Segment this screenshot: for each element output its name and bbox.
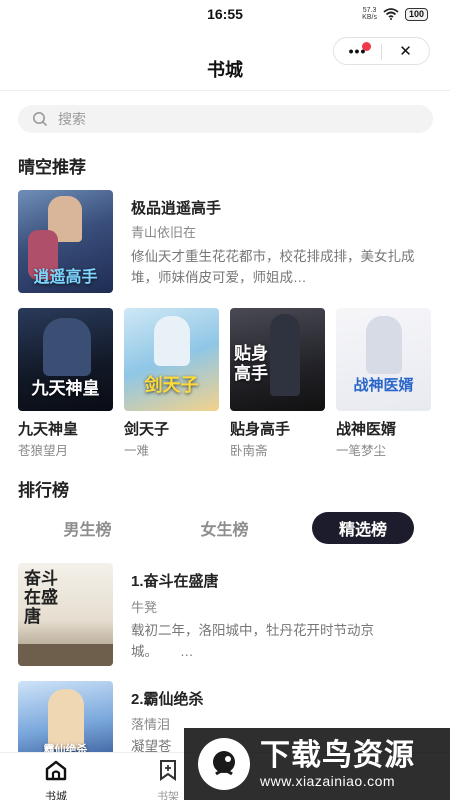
tab-female-ranking[interactable]: 女生榜 [177,512,272,544]
section-title-recommend: 晴空推荐 [18,158,86,177]
cover-figure [366,316,402,374]
grid-book-cover[interactable]: 剑天子 [124,308,219,411]
cover-title-text: 逍遥高手 [33,269,98,286]
grid-book-cover[interactable]: 贴身高手 [230,308,325,411]
search-input[interactable]: 搜索 [18,105,433,133]
ranking-book-author: 落情泪 [131,717,171,732]
featured-book-author: 青山依旧在 [131,225,197,240]
cover-scenery [18,644,113,666]
home-icon [45,760,67,781]
close-icon: ✕ [399,43,412,60]
grid-book-author: 苍狼望月 [18,444,69,458]
grid-book-cover[interactable]: 战神医婿 [336,308,431,411]
grid-book-author: 一难 [124,444,150,458]
ranking-book-cover[interactable]: 奋斗在盛唐 [18,563,113,666]
cover-title-text: 战神医婿 [353,377,414,394]
grid-book-cover[interactable]: 九天神皇 [18,308,113,411]
tab-selected-ranking[interactable]: 精选榜 [312,512,414,544]
network-speed: 57.3 KB/s [362,7,377,21]
battery-indicator: 100 [404,7,428,21]
cover-figure [270,314,300,396]
notification-dot [362,42,371,51]
tab-male-ranking[interactable]: 男生榜 [40,512,135,544]
wifi-icon [383,8,399,20]
cover-title-text: 九天神皇 [31,379,100,398]
watermark-main-text: 下载鸟资源 [260,739,415,772]
watermark-logo [198,738,250,790]
close-button[interactable]: ✕ [382,38,429,64]
bookmark-icon [160,760,176,781]
cover-figure [154,316,190,366]
featured-book-description: 修仙天才重生花花都市，校花排成排，美女扎成堆，师妹俏皮可爱，师姐成… [131,249,415,285]
ranking-book-description: 载初二年，洛阳城中，牡丹花开时节动京城。… [131,623,374,659]
bird-icon [213,751,235,776]
grid-book-title[interactable]: 贴身高手 [230,418,290,439]
search-icon [33,112,48,127]
ranking-book-author: 牛凳 [131,600,158,615]
nav-bar: 书城 ••• ✕ [0,28,450,90]
nav-divider [0,90,450,91]
ranking-book-title[interactable]: 1.奋斗在盛唐 [131,570,219,591]
ranking-book-cover[interactable]: 霸仙绝杀 [18,681,113,761]
mini-program-capsule: ••• ✕ [333,37,430,65]
grid-book-title[interactable]: 战神医婿 [336,418,396,439]
cover-title-text: 奋斗在盛唐 [24,569,58,626]
search-placeholder: 搜索 [58,111,86,127]
status-bar: 16:55 57.3 KB/s 100 [0,0,450,28]
grid-book-author: 一笔梦尘 [336,444,387,458]
tab-bookstore[interactable]: 书城 [26,759,86,800]
status-icons: 57.3 KB/s 100 [362,7,428,21]
watermark-overlay: 下载鸟资源 www.xiazainiao.com [184,728,450,800]
grid-book-title[interactable]: 剑天子 [124,418,169,439]
grid-book-title[interactable]: 九天神皇 [18,418,78,439]
tab-label: 书城 [45,791,67,800]
featured-book-title[interactable]: 极品逍遥高手 [131,197,221,218]
ranking-book-title[interactable]: 2.霸仙绝杀 [131,688,204,709]
watermark-url: www.xiazainiao.com [260,773,396,789]
grid-book-author: 卧南斋 [230,444,268,458]
featured-book-cover[interactable]: 逍遥高手 [18,190,113,293]
watermark-text: 下载鸟资源 www.xiazainiao.com [260,739,415,789]
cover-figure [48,689,84,749]
more-button[interactable]: ••• [334,38,381,64]
section-title-ranking: 排行榜 [18,481,69,500]
cover-title-text: 贴身高手 [234,344,268,383]
cover-figure [43,318,91,376]
cover-title-text: 剑天子 [144,375,199,395]
